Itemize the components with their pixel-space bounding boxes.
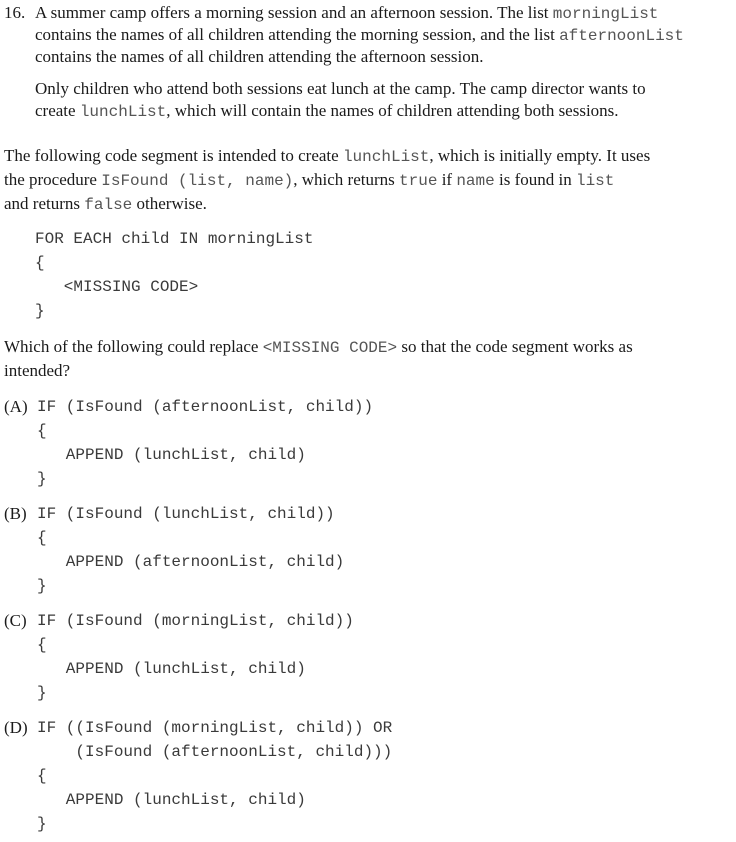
option-code-line: APPEND (lunchList, child) (37, 791, 306, 809)
option-code-line: { (37, 529, 47, 547)
code-segment-line: { (35, 254, 45, 272)
option-code-line: IF (IsFound (morningList, child)) (37, 612, 354, 630)
text: otherwise. (132, 194, 207, 213)
inline-code: afternoonList (559, 27, 684, 45)
option-code-line: (IsFound (afternoonList, child))) (37, 743, 393, 761)
text: if (437, 170, 457, 189)
option-code-line: } (37, 470, 47, 488)
option-code-line: IF (IsFound (afternoonList, child)) (37, 398, 374, 416)
text: , which is initially empty. It uses (429, 146, 651, 165)
code-segment-line: } (35, 302, 45, 320)
text: , which will contain the names of childr… (166, 101, 619, 120)
option-code-line: IF (IsFound (lunchList, child)) (37, 505, 335, 523)
body-line: The following code segment is intended t… (4, 145, 650, 168)
stem-line: Only children who attend both sessions e… (35, 78, 646, 100)
stem-line: contains the names of all children atten… (35, 46, 483, 68)
option-code-line: { (37, 767, 47, 785)
text: Only children who attend both sessions e… (35, 79, 646, 98)
body-line: the procedure IsFound (list, name), whic… (4, 169, 614, 192)
code-segment-line: <MISSING CODE> (35, 278, 199, 296)
text: contains the names of all children atten… (35, 47, 484, 66)
text: so that the code segment works as (397, 337, 633, 356)
prompt-line: Which of the following could replace <MI… (4, 336, 633, 359)
text: intended? (4, 361, 71, 380)
text: create (35, 101, 80, 120)
option-label: (B) (4, 504, 27, 523)
inline-code: lunchList (342, 148, 430, 166)
text: , which returns (293, 170, 400, 189)
inline-code: IsFound (list, name) (101, 172, 294, 190)
text: contains the names of all children atten… (35, 25, 560, 44)
inline-code: lunchList (79, 103, 167, 121)
code-segment-line: FOR EACH child IN morningList (35, 230, 314, 248)
option-code-line: { (37, 636, 47, 654)
text: is found in (494, 170, 576, 189)
text: The following code segment is intended t… (4, 146, 343, 165)
option-code-line: IF ((IsFound (morningList, child)) OR (37, 719, 393, 737)
option-label: (A) (4, 397, 28, 416)
question-number: 16. (4, 3, 26, 22)
body-line: and returns false otherwise. (4, 193, 207, 216)
inline-code: true (399, 172, 438, 190)
option-code-line: } (37, 684, 47, 702)
text: the procedure (4, 170, 102, 189)
text: and returns (4, 194, 85, 213)
option-code-line: APPEND (lunchList, child) (37, 446, 306, 464)
stem-line: A summer camp offers a morning session a… (35, 2, 658, 25)
stem-line: create lunchList, which will contain the… (35, 100, 619, 123)
inline-code: morningList (552, 5, 659, 23)
option-code-line: APPEND (lunchList, child) (37, 660, 306, 678)
prompt-line: intended? (4, 360, 70, 382)
text: A summer camp offers a morning session a… (35, 3, 553, 22)
inline-code: false (84, 196, 133, 214)
option-label: (C) (4, 611, 27, 630)
option-code-line: { (37, 422, 47, 440)
option-code-line: APPEND (afternoonList, child) (37, 553, 345, 571)
option-code-line: } (37, 815, 47, 833)
text: Which of the following could replace (4, 337, 263, 356)
inline-code: name (456, 172, 495, 190)
inline-code: list (575, 172, 615, 190)
inline-code: <MISSING CODE> (262, 339, 398, 357)
option-label: (D) (4, 718, 28, 737)
stem-line: contains the names of all children atten… (35, 24, 684, 47)
option-code-line: } (37, 577, 47, 595)
